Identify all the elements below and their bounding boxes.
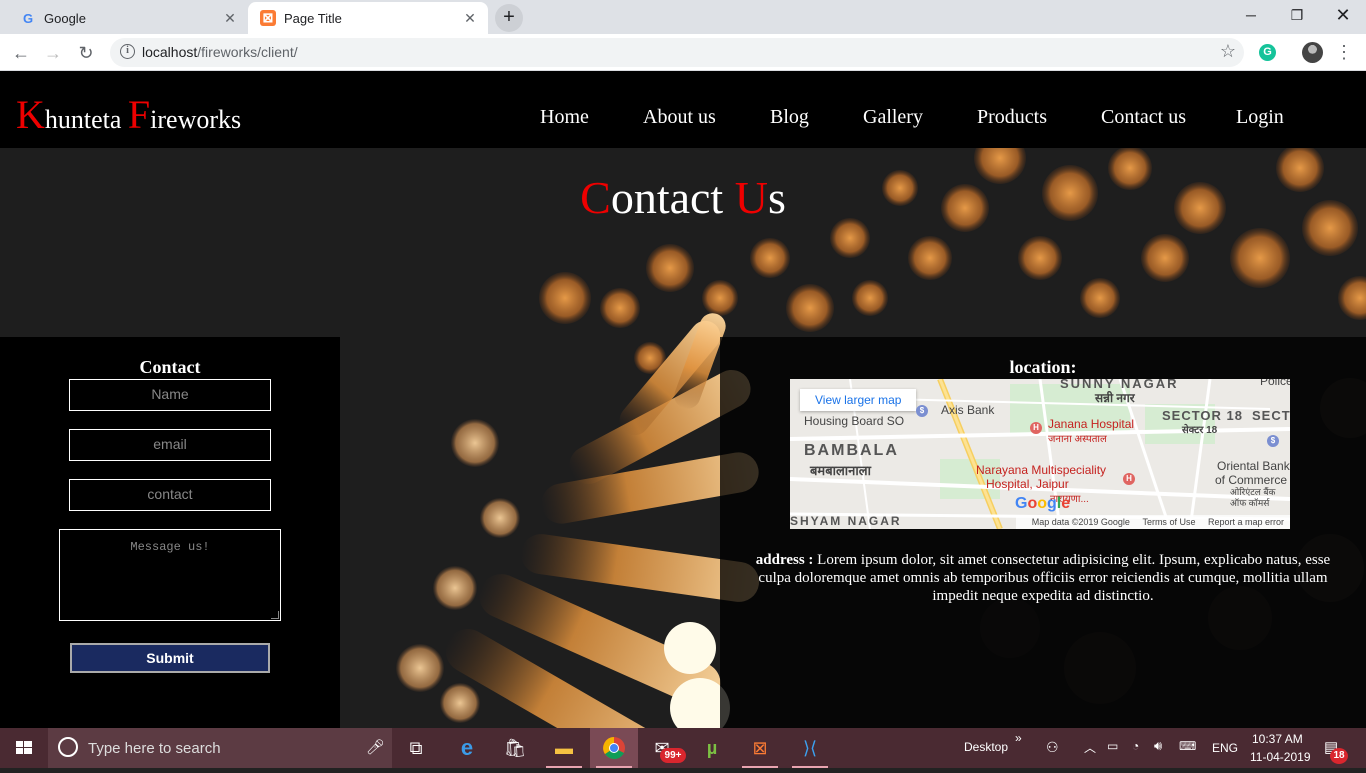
url-text[interactable]: localhost/fireworks/client/ bbox=[142, 44, 298, 60]
tab-google[interactable]: G Google ✕ bbox=[8, 2, 248, 34]
bank-pin-icon[interactable]: $ bbox=[916, 405, 928, 417]
forward-arrow-icon[interactable]: → bbox=[40, 40, 66, 66]
file-explorer-icon[interactable]: ▬ bbox=[540, 728, 588, 768]
site-logo[interactable]: Khunteta Fireworks bbox=[16, 91, 241, 138]
contact-form-title: Contact bbox=[139, 357, 201, 377]
web-page: Khunteta Fireworks Home About us Blog Ga… bbox=[0, 71, 1366, 728]
reload-icon[interactable]: ↻ bbox=[73, 40, 99, 66]
hospital-pin-icon[interactable]: H bbox=[1123, 473, 1135, 485]
taskbar-search-box[interactable]: Type here to search 🎤︎ bbox=[48, 728, 392, 768]
nav-blog[interactable]: Blog bbox=[770, 106, 809, 129]
view-larger-map-link[interactable]: View larger map bbox=[800, 389, 917, 411]
wifi-icon[interactable]: ◔ bbox=[1132, 739, 1139, 753]
close-tab-icon[interactable]: ✕ bbox=[462, 10, 478, 26]
notification-count-badge: 18 bbox=[1330, 748, 1348, 764]
contact-form-panel: Contact Name email contact Message us! S… bbox=[0, 337, 340, 728]
language-indicator[interactable]: ENG bbox=[1212, 741, 1238, 755]
close-tab-icon[interactable]: ✕ bbox=[222, 10, 238, 26]
hospital-pin-icon[interactable]: H bbox=[1030, 422, 1042, 434]
message-textarea[interactable]: Message us! bbox=[59, 529, 281, 621]
page-title: Contact Us bbox=[580, 172, 786, 223]
nav-login[interactable]: Login bbox=[1236, 106, 1284, 129]
new-tab-button[interactable]: + bbox=[495, 4, 523, 32]
location-title: location: bbox=[1009, 357, 1077, 377]
clock-date[interactable]: 11-04-2019 bbox=[1250, 750, 1311, 764]
tab-title: Google bbox=[44, 10, 86, 26]
microphone-icon[interactable]: 🎤︎ bbox=[366, 738, 385, 756]
vscode-icon[interactable]: ⟩⟨ bbox=[786, 728, 834, 768]
tab-title: Page Title bbox=[284, 10, 342, 26]
minimize-button[interactable]: ─ bbox=[1228, 0, 1274, 30]
clock-time[interactable]: 10:37 AM bbox=[1252, 732, 1303, 746]
bank-pin-icon[interactable]: $ bbox=[1267, 435, 1279, 447]
browser-tab-strip: G Google ✕ ⊠ Page Title ✕ + ─ ❐ ✕ bbox=[0, 0, 1366, 34]
nav-contact-us[interactable]: Contact us bbox=[1101, 106, 1186, 129]
back-arrow-icon[interactable]: ← bbox=[8, 40, 34, 66]
people-icon[interactable]: ⚇ bbox=[1046, 739, 1059, 756]
google-logo: Google bbox=[1015, 495, 1071, 512]
bookmark-star-icon[interactable]: ☆ bbox=[1220, 41, 1236, 62]
mail-icon[interactable]: ✉︎ 99+ bbox=[638, 728, 686, 768]
terms-of-use-link[interactable]: Terms of Use bbox=[1142, 517, 1195, 527]
message-placeholder: Message us! bbox=[130, 540, 210, 554]
xampp-favicon-icon: ⊠ bbox=[260, 10, 276, 26]
toolbar-expand-icon[interactable]: » bbox=[1015, 731, 1022, 745]
email-input[interactable]: email bbox=[69, 429, 271, 461]
nav-gallery[interactable]: Gallery bbox=[863, 106, 923, 129]
nav-about-us[interactable]: About us bbox=[643, 106, 716, 129]
submit-button[interactable]: Submit bbox=[70, 643, 270, 673]
xampp-icon[interactable]: ⊠ bbox=[736, 728, 784, 768]
store-icon[interactable]: 🛍︎ bbox=[491, 728, 539, 768]
tray-chevron-up-icon[interactable]: ︿ bbox=[1084, 739, 1096, 756]
site-navbar: Khunteta Fireworks Home About us Blog Ga… bbox=[0, 71, 1366, 148]
task-view-icon[interactable]: ⧉ bbox=[392, 728, 440, 768]
windows-start-button[interactable] bbox=[0, 728, 48, 768]
chrome-icon[interactable] bbox=[590, 728, 638, 768]
keyboard-icon[interactable]: ⌨ bbox=[1179, 739, 1196, 753]
report-map-error-link[interactable]: Report a map error bbox=[1208, 517, 1284, 527]
chrome-menu-icon[interactable]: ⋮ bbox=[1334, 40, 1354, 64]
google-favicon-icon: G bbox=[22, 10, 34, 26]
battery-icon[interactable]: ▭ bbox=[1107, 739, 1118, 753]
volume-icon[interactable]: 🔊︎ bbox=[1154, 738, 1162, 754]
browser-toolbar: ← → ↻ i localhost/fireworks/client/ ☆ bbox=[0, 34, 1366, 71]
mail-badge: 99+ bbox=[660, 748, 686, 763]
close-window-button[interactable]: ✕ bbox=[1320, 0, 1366, 30]
info-icon[interactable]: i bbox=[120, 44, 135, 59]
address-bar[interactable]: i localhost/fireworks/client/ ☆ bbox=[110, 38, 1244, 67]
windows-logo-icon bbox=[16, 741, 32, 754]
address-text: address : Lorem ipsum dolor, sit amet co… bbox=[755, 552, 1331, 604]
map-footer: Map data ©2019 Google Terms of Use Repor… bbox=[1015, 515, 1290, 529]
utorrent-icon[interactable]: µ bbox=[688, 728, 736, 768]
windows-taskbar: Type here to search 🎤︎ ⧉ e 🛍︎ ▬ ✉︎ 99+ µ… bbox=[0, 728, 1366, 768]
resize-handle-icon[interactable] bbox=[271, 611, 279, 619]
nav-home[interactable]: Home bbox=[540, 106, 589, 129]
embedded-google-map[interactable]: View larger map SUNNY NAGAR सन्नी नगर Po… bbox=[790, 379, 1290, 529]
name-input[interactable]: Name bbox=[69, 379, 271, 411]
cortana-icon bbox=[58, 737, 78, 757]
edge-icon[interactable]: e bbox=[443, 728, 491, 768]
restore-button[interactable]: ❐ bbox=[1274, 0, 1320, 30]
contact-input[interactable]: contact bbox=[69, 479, 271, 511]
tab-page-title[interactable]: ⊠ Page Title ✕ bbox=[248, 2, 488, 34]
desktop-toolbar-label[interactable]: Desktop bbox=[964, 740, 1008, 754]
grammarly-extension-icon[interactable]: G bbox=[1259, 44, 1276, 61]
location-panel: location: View larger map SUNNY NAGAR सन… bbox=[720, 337, 1366, 728]
nav-products[interactable]: Products bbox=[977, 106, 1047, 129]
profile-avatar[interactable] bbox=[1302, 42, 1323, 63]
